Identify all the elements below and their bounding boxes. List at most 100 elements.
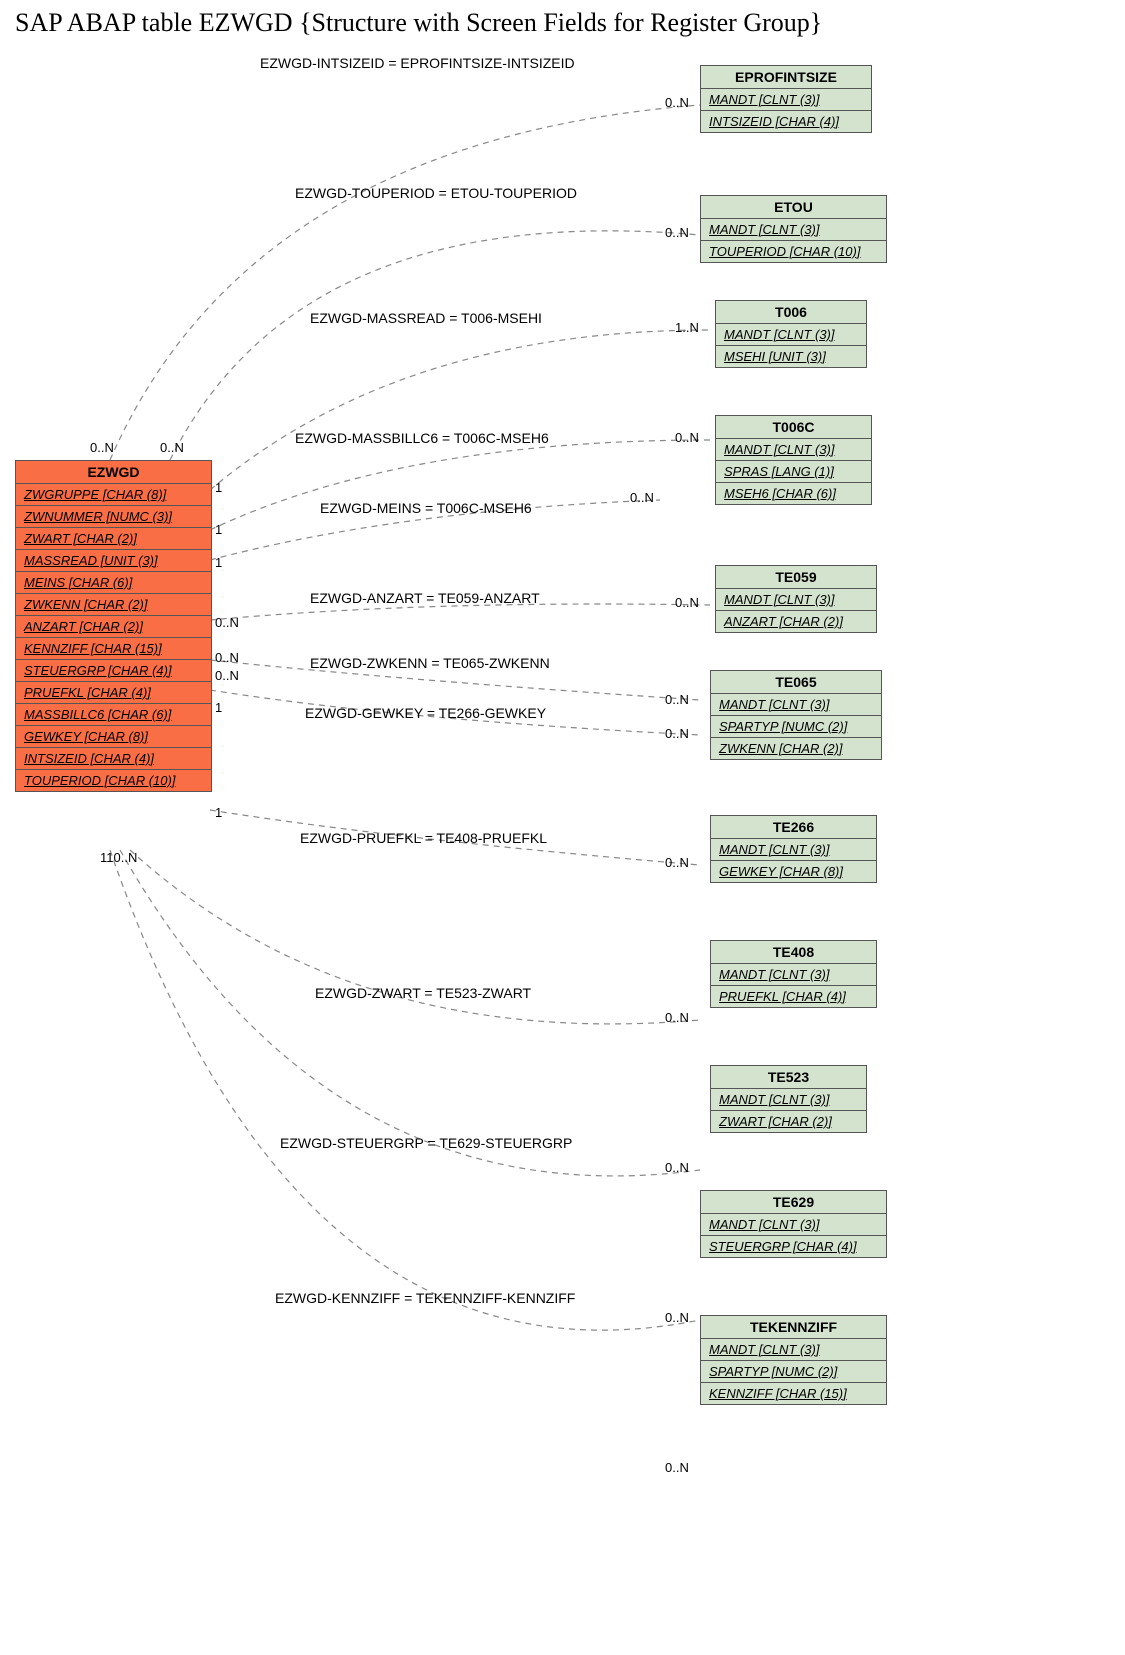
relationship-label: EZWGD-MASSREAD = T006-MSEHI [310, 310, 542, 326]
table-row: MEINS [CHAR (6)] [16, 572, 211, 594]
table-row: MANDT [CLNT (3)] [711, 694, 881, 716]
relationship-label: EZWGD-ZWKENN = TE065-ZWKENN [310, 655, 550, 671]
relationship-label: EZWGD-STEUERGRP = TE629-STEUERGRP [280, 1135, 572, 1151]
table-row: MANDT [CLNT (3)] [701, 1214, 886, 1236]
cardinality-left: 1 [215, 522, 222, 537]
table-row: ZWART [CHAR (2)] [16, 528, 211, 550]
table-header: EPROFINTSIZE [701, 66, 871, 89]
table-header: TE266 [711, 816, 876, 839]
table-eprofintsize: EPROFINTSIZE MANDT [CLNT (3)] INTSIZEID … [700, 65, 872, 133]
cardinality-right: 0..N [665, 1460, 689, 1475]
table-row: MANDT [CLNT (3)] [716, 589, 876, 611]
table-row: SPARTYP [NUMC (2)] [711, 716, 881, 738]
cardinality-left: 0..N [215, 615, 239, 630]
cardinality-right: 0..N [665, 1160, 689, 1175]
table-row: MANDT [CLNT (3)] [711, 1089, 866, 1111]
relationship-label: EZWGD-PRUEFKL = TE408-PRUEFKL [300, 830, 547, 846]
table-header: ETOU [701, 196, 886, 219]
cardinality-left: 0..N [215, 650, 239, 665]
table-header: TE408 [711, 941, 876, 964]
table-row: KENNZIFF [CHAR (15)] [701, 1383, 886, 1404]
table-row: MSEH6 [CHAR (6)] [716, 483, 871, 504]
relationship-label: EZWGD-ANZART = TE059-ANZART [310, 590, 540, 606]
cardinality-left: 1 [215, 700, 222, 715]
table-row: KENNZIFF [CHAR (15)] [16, 638, 211, 660]
table-te065: TE065 MANDT [CLNT (3)] SPARTYP [NUMC (2)… [710, 670, 882, 760]
table-row: ZWART [CHAR (2)] [711, 1111, 866, 1132]
table-header: TE065 [711, 671, 881, 694]
cardinality-right: 0..N [665, 692, 689, 707]
cardinality-right: 0..N [665, 1310, 689, 1325]
connector-layer [0, 0, 1125, 1655]
cardinality-left: 1 [215, 805, 222, 820]
table-te523: TE523 MANDT [CLNT (3)] ZWART [CHAR (2)] [710, 1065, 867, 1133]
cardinality-right: 0..N [665, 1010, 689, 1025]
cardinality-right: 0..N [675, 430, 699, 445]
cardinality-right: 0..N [630, 490, 654, 505]
table-row: ANZART [CHAR (2)] [716, 611, 876, 632]
relationship-label: EZWGD-ZWART = TE523-ZWART [315, 985, 531, 1001]
diagram-page: SAP ABAP table EZWGD {Structure with Scr… [0, 0, 1125, 1655]
cardinality-right: 0..N [665, 726, 689, 741]
table-header: T006C [716, 416, 871, 439]
table-header: TE523 [711, 1066, 866, 1089]
cardinality-right: 0..N [675, 595, 699, 610]
table-t006: T006 MANDT [CLNT (3)] MSEHI [UNIT (3)] [715, 300, 867, 368]
cardinality-left: 1 [215, 480, 222, 495]
cardinality-right: 0..N [665, 855, 689, 870]
table-row: ZWKENN [CHAR (2)] [711, 738, 881, 759]
table-header: TE059 [716, 566, 876, 589]
relationship-label: EZWGD-GEWKEY = TE266-GEWKEY [305, 705, 546, 721]
table-row: SPRAS [LANG (1)] [716, 461, 871, 483]
table-row: SPARTYP [NUMC (2)] [701, 1361, 886, 1383]
table-row: MANDT [CLNT (3)] [701, 89, 871, 111]
table-te408: TE408 MANDT [CLNT (3)] PRUEFKL [CHAR (4)… [710, 940, 877, 1008]
table-row: MANDT [CLNT (3)] [716, 439, 871, 461]
table-row: MANDT [CLNT (3)] [711, 839, 876, 861]
relationship-label: EZWGD-MASSBILLC6 = T006C-MSEH6 [295, 430, 549, 446]
table-row: INTSIZEID [CHAR (4)] [16, 748, 211, 770]
table-te059: TE059 MANDT [CLNT (3)] ANZART [CHAR (2)] [715, 565, 877, 633]
table-row: MANDT [CLNT (3)] [716, 324, 866, 346]
relationship-label: EZWGD-KENNZIFF = TEKENNZIFF-KENNZIFF [275, 1290, 575, 1306]
table-ezwgd: EZWGD ZWGRUPPE [CHAR (8)] ZWNUMMER [NUMC… [15, 460, 212, 792]
table-row: ZWNUMMER [NUMC (3)] [16, 506, 211, 528]
table-row: PRUEFKL [CHAR (4)] [16, 682, 211, 704]
table-row: MANDT [CLNT (3)] [701, 1339, 886, 1361]
cardinality-right: 0..N [665, 95, 689, 110]
table-row: MSEHI [UNIT (3)] [716, 346, 866, 367]
cardinality-left: 0..N [215, 668, 239, 683]
table-row: MASSBILLC6 [CHAR (6)] [16, 704, 211, 726]
table-header: TEKENNZIFF [701, 1316, 886, 1339]
cardinality-right: 0..N [665, 225, 689, 240]
table-tekennziff: TEKENNZIFF MANDT [CLNT (3)] SPARTYP [NUM… [700, 1315, 887, 1405]
cardinality-left: 0..N [90, 440, 114, 455]
table-header: T006 [716, 301, 866, 324]
table-row: GEWKEY [CHAR (8)] [711, 861, 876, 882]
relationship-label: EZWGD-MEINS = T006C-MSEH6 [320, 500, 532, 516]
relationship-label: EZWGD-TOUPERIOD = ETOU-TOUPERIOD [295, 185, 577, 201]
table-row: ZWGRUPPE [CHAR (8)] [16, 484, 211, 506]
table-row: ZWKENN [CHAR (2)] [16, 594, 211, 616]
table-header: EZWGD [16, 461, 211, 484]
table-te629: TE629 MANDT [CLNT (3)] STEUERGRP [CHAR (… [700, 1190, 887, 1258]
cardinality-left: 0..N [160, 440, 184, 455]
table-etou: ETOU MANDT [CLNT (3)] TOUPERIOD [CHAR (1… [700, 195, 887, 263]
cardinality-left: 1 [215, 555, 222, 570]
table-t006c: T006C MANDT [CLNT (3)] SPRAS [LANG (1)] … [715, 415, 872, 505]
relationship-label: EZWGD-INTSIZEID = EPROFINTSIZE-INTSIZEID [260, 55, 575, 71]
table-header: TE629 [701, 1191, 886, 1214]
table-row: ANZART [CHAR (2)] [16, 616, 211, 638]
table-row: PRUEFKL [CHAR (4)] [711, 986, 876, 1007]
table-te266: TE266 MANDT [CLNT (3)] GEWKEY [CHAR (8)] [710, 815, 877, 883]
table-row: TOUPERIOD [CHAR (10)] [16, 770, 211, 791]
table-row: MANDT [CLNT (3)] [701, 219, 886, 241]
table-row: TOUPERIOD [CHAR (10)] [701, 241, 886, 262]
cardinality-left: 110..N [100, 850, 137, 865]
table-row: MASSREAD [UNIT (3)] [16, 550, 211, 572]
table-row: GEWKEY [CHAR (8)] [16, 726, 211, 748]
cardinality-right: 1..N [675, 320, 699, 335]
table-row: STEUERGRP [CHAR (4)] [16, 660, 211, 682]
table-row: INTSIZEID [CHAR (4)] [701, 111, 871, 132]
table-row: MANDT [CLNT (3)] [711, 964, 876, 986]
